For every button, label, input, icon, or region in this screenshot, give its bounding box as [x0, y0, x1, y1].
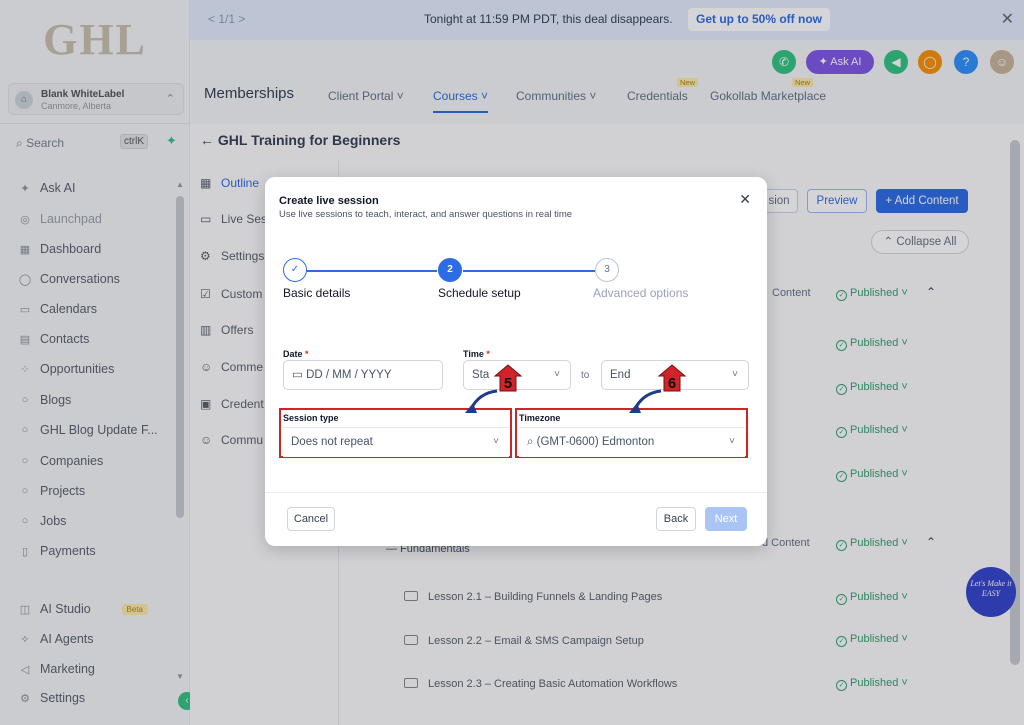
- timezone-select[interactable]: ⌕ (GMT-0600) Edmonton ˅: [519, 427, 745, 457]
- step-2-label: Schedule setup: [438, 286, 521, 300]
- modal-title: Create live session: [279, 195, 379, 207]
- arrow-icon: [629, 389, 662, 413]
- create-live-session-modal: Create live session Use live sessions to…: [265, 177, 767, 546]
- step-3-indicator: 3: [595, 258, 619, 282]
- step-3-label: Advanced options: [593, 286, 689, 300]
- close-icon[interactable]: ✕: [739, 191, 751, 208]
- chevron-down-icon: ˅: [732, 369, 738, 380]
- time-label: Time *: [463, 349, 490, 359]
- step-1-label: Basic details: [283, 286, 351, 300]
- search-icon: ⌕: [527, 436, 534, 448]
- chevron-down-icon: ˅: [554, 369, 560, 380]
- modal-subtitle: Use live sessions to teach, interact, an…: [279, 209, 573, 220]
- cancel-button[interactable]: Cancel: [287, 507, 335, 531]
- calendar-icon: ▭: [292, 369, 303, 381]
- timezone-label: Timezone: [519, 413, 561, 423]
- chevron-down-icon: ˅: [493, 436, 499, 447]
- date-label: Date *: [283, 349, 309, 359]
- step-2-indicator: 2: [438, 258, 462, 282]
- stepper-line: [463, 270, 595, 272]
- session-type-select[interactable]: Does not repeat ˅: [283, 427, 509, 457]
- next-button[interactable]: Next: [705, 507, 747, 531]
- step-1-check-icon: ✓: [283, 258, 307, 282]
- date-field[interactable]: ▭ DD / MM / YYYY: [283, 360, 443, 390]
- marker-5-label: 5: [504, 375, 512, 392]
- session-type-label: Session type: [283, 413, 339, 423]
- divider: [265, 492, 767, 493]
- stepper-line: [307, 270, 437, 272]
- to-label: to: [581, 370, 590, 381]
- chevron-down-icon: ˅: [729, 436, 735, 447]
- arrow-icon: [465, 389, 498, 413]
- back-button[interactable]: Back: [656, 507, 696, 531]
- marker-6-label: 6: [668, 375, 676, 392]
